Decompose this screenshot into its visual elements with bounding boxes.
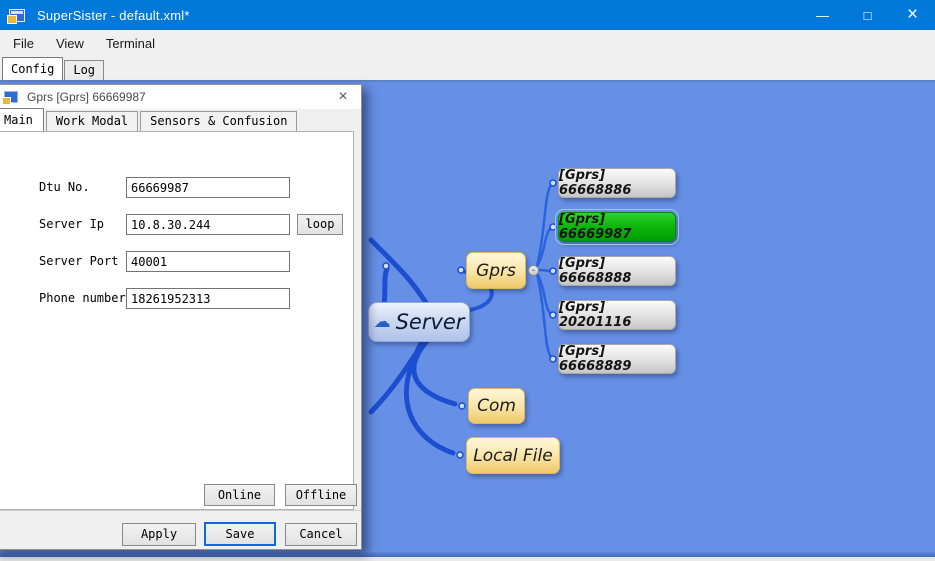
app-icon [9,9,25,22]
server-port-input[interactable] [126,251,290,272]
menu-terminal[interactable]: Terminal [95,30,166,56]
node-gprs-66668888[interactable]: [Gprs] 66668888 [558,256,676,286]
maximize-button[interactable]: □ [845,0,890,30]
node-com[interactable]: Com [468,388,525,424]
window-title: SuperSister - default.xml* [37,8,190,23]
main-content: ☁ Server Gprs - Com Local File [Gprs] 66… [0,80,935,561]
server-port-label: Server Port [39,251,129,271]
node-gprs-20201116[interactable]: [Gprs] 20201116 [558,300,676,330]
server-ip-input[interactable] [126,214,290,235]
titlebar: SuperSister - default.xml* — □ × [0,0,935,30]
menubar: File View Terminal [0,30,935,56]
window-bottom-edge [0,557,935,561]
main-tabstrip: Config Log [0,56,935,80]
window-controls: — □ × [800,0,935,30]
dialog-tab-main[interactable]: Main [0,108,44,131]
menu-file[interactable]: File [2,30,45,56]
node-server[interactable]: ☁ Server [368,302,470,342]
dialog-tabstrip: Main Work Modal Sensors & Confusion [0,109,361,131]
menu-view[interactable]: View [45,30,95,56]
dialog-icon [4,91,18,103]
node-gprs-66668886[interactable]: [Gprs] 66668886 [558,168,676,198]
offline-button[interactable]: Offline [285,484,357,506]
dialog-close-icon[interactable]: × [325,85,361,109]
node-local-file[interactable]: Local File [466,437,560,474]
phone-number-input[interactable] [126,288,290,309]
cancel-button[interactable]: Cancel [285,523,357,546]
node-gprs-66669987[interactable]: [Gprs] 66669987 [558,212,676,242]
dialog-tab-sensors-confusion[interactable]: Sensors & Confusion [140,111,297,131]
gprs-dialog: Gprs [Gprs] 66669987 × Main Work Modal S… [0,84,362,550]
apply-button[interactable]: Apply [122,523,196,546]
app-window: SuperSister - default.xml* — □ × File Vi… [0,0,935,561]
collapse-icon[interactable]: - [528,265,539,276]
online-button[interactable]: Online [204,484,275,506]
save-button[interactable]: Save [204,522,276,546]
node-gprs-66668889[interactable]: [Gprs] 66668889 [558,344,676,374]
dtu-no-label: Dtu No. [39,177,129,197]
tab-config[interactable]: Config [2,57,63,80]
minimize-button[interactable]: — [800,0,845,30]
cloud-icon: ☁ [374,314,391,331]
node-server-label: Server [396,310,465,334]
tab-log[interactable]: Log [64,60,104,80]
loop-button[interactable]: loop [297,214,343,235]
server-ip-label: Server Ip [39,214,129,234]
close-button[interactable]: × [890,0,935,30]
dtu-no-input[interactable] [126,177,290,198]
phone-number-label: Phone number [39,288,129,308]
dialog-title: Gprs [Gprs] 66669987 [27,90,146,104]
dialog-titlebar: Gprs [Gprs] 66669987 × [0,85,361,109]
dialog-tab-work-modal[interactable]: Work Modal [46,111,138,131]
node-gprs[interactable]: Gprs [466,252,526,289]
